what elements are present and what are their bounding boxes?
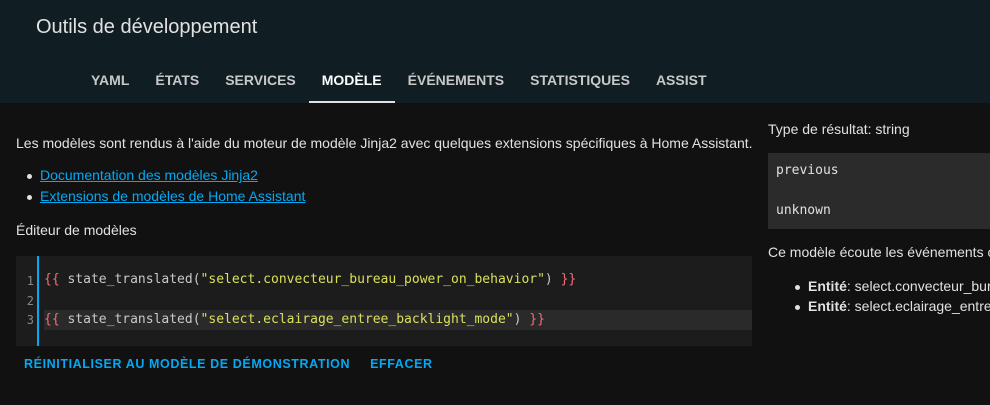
jinja2-docs-link[interactable]: Documentation des modèles Jinja2 — [40, 167, 258, 183]
reset-to-demo-button[interactable]: RÉINITIALISER AU MODÈLE DE DÉMONSTRATION — [16, 355, 358, 373]
top-app-bar: Outils de développement YAML ÉTATS SERVI… — [0, 0, 990, 103]
tab-statistics[interactable]: STATISTIQUES — [517, 56, 643, 103]
code-close-brace: }} — [552, 272, 577, 287]
tab-bar: YAML ÉTATS SERVICES MODÈLE ÉVÉNEMENTS ST… — [78, 56, 720, 103]
code-open-brace: {{ — [44, 312, 60, 327]
tab-template[interactable]: MODÈLE — [308, 56, 395, 103]
result-line: unknown — [776, 203, 831, 218]
clear-button[interactable]: EFFACER — [362, 355, 441, 373]
code-line-2[interactable] — [44, 290, 752, 310]
list-item: Documentation des modèles Jinja2 — [26, 167, 305, 188]
code-close-paren: ) — [544, 272, 553, 287]
code-function: state_translated( — [59, 312, 201, 327]
list-item: Extensions de modèles de Home Assistant — [26, 188, 305, 209]
editor-actions: RÉINITIALISER AU MODÈLE DE DÉMONSTRATION… — [16, 355, 445, 373]
line-number: 3 — [26, 313, 34, 327]
result-output: previous unknown — [768, 153, 990, 229]
tab-events[interactable]: ÉVÉNEMENTS — [395, 56, 517, 103]
intro-text: Les modèles sont rendus à l'aide du mote… — [16, 135, 753, 151]
ha-template-extensions-link[interactable]: Extensions de modèles de Home Assistant — [40, 188, 305, 204]
list-item: Entité: select.eclairage_entree — [794, 298, 990, 318]
tab-assist[interactable]: ASSIST — [643, 56, 720, 103]
entity-value: : select.convecteur_bure — [846, 278, 990, 294]
listeners-text: Ce modèle écoute les événements c — [768, 244, 990, 260]
entity-label: Entité — [808, 298, 847, 314]
editor-label: Éditeur de modèles — [16, 222, 137, 238]
tab-states[interactable]: ÉTATS — [142, 56, 212, 103]
tab-yaml[interactable]: YAML — [78, 56, 142, 103]
template-editor[interactable]: 1 2 3 {{ state_translated("select.convec… — [16, 256, 752, 346]
code-line-3[interactable]: {{ state_translated("select.eclairage_en… — [44, 310, 752, 330]
page-title: Outils de développement — [36, 16, 258, 38]
editor-focus-bar — [37, 256, 39, 346]
entity-value: : select.eclairage_entree — [846, 298, 990, 314]
code-function: state_translated( — [59, 272, 201, 287]
list-item: Entité: select.convecteur_bure — [794, 278, 990, 298]
line-number: 1 — [26, 274, 34, 288]
docs-link-list: Documentation des modèles Jinja2 Extensi… — [26, 167, 305, 209]
result-type-label: Type de résultat: string — [768, 121, 910, 137]
code-open-brace: {{ — [44, 272, 60, 287]
code-close-brace: }} — [521, 312, 545, 327]
line-number-gutter: 1 2 3 — [16, 256, 38, 346]
tab-services[interactable]: SERVICES — [212, 56, 309, 103]
code-string: "select.convecteur_bureau_power_on_behav… — [200, 272, 545, 287]
line-number: 2 — [26, 294, 34, 308]
entity-label: Entité — [808, 278, 847, 294]
result-line: previous — [776, 163, 839, 178]
code-line-1[interactable]: {{ state_translated("select.convecteur_b… — [44, 270, 752, 290]
code-string: "select.eclairage_entree_backlight_mode" — [200, 312, 514, 327]
entity-list: Entité: select.convecteur_bure Entité: s… — [794, 278, 990, 318]
